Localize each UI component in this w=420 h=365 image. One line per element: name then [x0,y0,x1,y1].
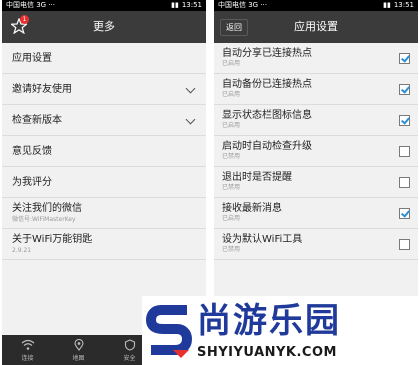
brand-name: 尚游乐园 [197,301,341,341]
setting-status: 已启用 [222,91,241,98]
setting-row[interactable]: 退出时是否提醒 已禁用 [214,167,418,198]
header: 返回 应用设置 [214,11,418,43]
menu-item-label: 邀请好友使用 [12,84,72,95]
page-title: 应用设置 [294,20,338,33]
menu-item-label: 关注我们的微信 [12,203,82,214]
settings-list: 自动分享已连接热点 已启用 自动备份已连接热点 已启用 显示状态栏图标信息 已启用 启动时自… [214,43,418,260]
setting-label: 自动备份已连接热点 [222,79,312,90]
menu-item-subtitle: 微信号:WiFiMasterKey [12,216,76,223]
watermark: 尚游乐园 SHYIYUANYK.COM [142,296,420,365]
setting-row[interactable]: 显示状态栏图标信息 已启用 [214,105,418,136]
setting-row[interactable]: 自动备份已连接热点 已启用 [214,74,418,105]
menu-item[interactable]: 检查新版本 [2,105,206,136]
setting-status: 已禁用 [222,246,241,253]
signal-icon: ▮▮ [383,1,391,9]
setting-label: 退出时是否提醒 [222,172,292,183]
setting-checkbox[interactable] [399,115,410,126]
setting-checkbox[interactable] [399,146,410,157]
menu-item-label: 检查新版本 [12,115,62,126]
carrier-label: 中国电信 3G ··· [218,1,268,9]
setting-checkbox[interactable] [399,53,410,64]
menu-item-label: 应用设置 [12,53,52,64]
setting-status: 已启用 [222,122,241,129]
tab-connect[interactable]: 连接 [2,335,53,365]
carrier-label: 中国电信 3G ··· [6,1,56,9]
setting-row[interactable]: 接收最新消息 已启用 [214,198,418,229]
setting-label: 启动时自动检查升级 [222,141,312,152]
menu-item-label: 关于WiFi万能钥匙 [12,234,93,245]
setting-label: 自动分享已连接热点 [222,48,312,59]
setting-status: 已启用 [222,60,241,67]
header: 1 更多 [2,11,206,43]
setting-row[interactable]: 启动时自动检查升级 已禁用 [214,136,418,167]
menu-item[interactable]: 关注我们的微信微信号:WiFiMasterKey [2,198,206,229]
menu-item[interactable]: 关于WiFi万能钥匙 2.9.21 [2,229,206,260]
status-bar: 中国电信 3G ··· ▮▮ 13:51 [2,0,206,11]
menu-item[interactable]: 意见反馈 [2,136,206,167]
setting-checkbox[interactable] [399,208,410,219]
status-bar: 中国电信 3G ··· ▮▮ 13:51 [214,0,418,11]
setting-checkbox[interactable] [399,177,410,188]
setting-row[interactable]: 自动分享已连接热点 已启用 [214,43,418,74]
chevron-down-icon [185,114,196,125]
menu-list: 应用设置邀请好友使用 检查新版本意见反馈为我评分关注我们的微信微信号:WiFiMa… [2,43,206,260]
setting-row[interactable]: 设为默认WiFi工具 已禁用 [214,229,418,260]
brand-logo [146,305,192,358]
setting-status: 已禁用 [222,153,241,160]
setting-checkbox[interactable] [399,84,410,95]
chevron-down-icon [185,83,196,94]
shield-icon [124,339,135,351]
map-pin-icon [73,339,84,351]
clock: 13:51 [393,1,414,9]
clock: 13:51 [181,1,202,9]
menu-item[interactable]: 应用设置 [2,43,206,74]
menu-item-label: 意见反馈 [12,146,52,157]
menu-item[interactable]: 邀请好友使用 [2,74,206,105]
menu-item[interactable]: 为我评分 [2,167,206,198]
setting-label: 接收最新消息 [222,203,282,214]
setting-checkbox[interactable] [399,239,410,250]
tab-map[interactable]: 地图 [53,335,104,365]
page-title: 更多 [93,20,115,33]
menu-item-subtitle: 2.9.21 [12,247,32,254]
wifi-icon [21,339,34,350]
setting-label: 设为默认WiFi工具 [222,234,303,245]
setting-label: 显示状态栏图标信息 [222,110,312,121]
brand-url: SHYIYUANYK.COM [197,345,337,360]
setting-status: 已禁用 [222,184,241,191]
signal-icon: ▮▮ [171,1,179,9]
menu-item-label: 为我评分 [12,177,52,188]
setting-status: 已启用 [222,215,241,222]
